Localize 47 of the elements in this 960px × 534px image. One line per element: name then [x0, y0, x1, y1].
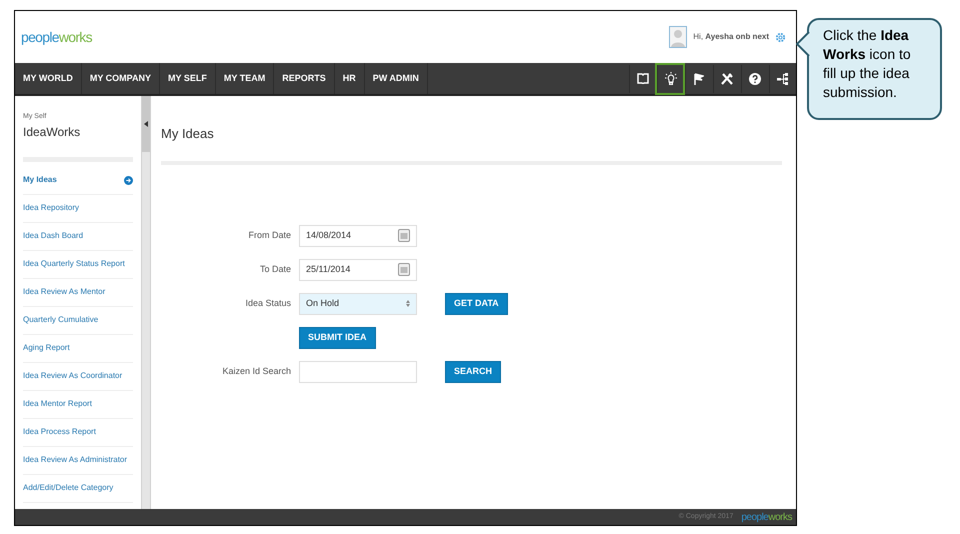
peopleworks-logo: peopleworks [21, 28, 92, 47]
field-label: Kaizen Id Search [221, 364, 292, 378]
user-greeting: Hi, Ayesha onb next [693, 31, 769, 43]
kaizen-id-search-field[interactable] [299, 360, 417, 382]
submit-idea-button[interactable]: SUBMIT IDEA [299, 326, 376, 348]
field-label: Idea Status [244, 296, 292, 310]
nav-menu-item[interactable]: MY WORLD [15, 63, 82, 94]
page-title: My Ideas [161, 125, 215, 143]
get-data-button[interactable]: GET DATA [445, 292, 508, 314]
status-dropdown[interactable]: On Hold [299, 292, 417, 314]
date-field[interactable]: 14/08/2014 [299, 224, 417, 246]
collapse-icon[interactable] [144, 121, 148, 127]
book-icon [636, 73, 648, 84]
field-label: From Date [247, 228, 292, 242]
flag-icon [693, 72, 704, 84]
toolbar-button[interactable] [657, 64, 683, 92]
help-icon [748, 72, 760, 84]
sidebar-item[interactable]: Idea Dash Board [23, 222, 133, 250]
tools-icon [720, 72, 732, 84]
nav-menu-item[interactable]: MY COMPANY [82, 63, 160, 94]
sidebar-item[interactable]: Idea Review As Coordinator [23, 362, 133, 390]
sidebar-item[interactable]: Idea Review As Administrator [23, 446, 133, 474]
callout-pointer [796, 32, 810, 56]
module-title: IdeaWorks [23, 124, 82, 140]
sidebar-item[interactable]: Idea Quarterly Status Report [23, 250, 133, 278]
sidebar-item[interactable]: Quarterly Cumulative [23, 306, 133, 334]
nav-menu-item[interactable]: REPORTS [274, 63, 335, 94]
settings-icon[interactable] [775, 32, 786, 42]
arrow-circle-icon [124, 176, 133, 184]
nav-menu-item[interactable]: MY TEAM [216, 63, 274, 94]
search-button[interactable]: SEARCH [445, 360, 502, 382]
sort-caret-icon [406, 300, 410, 307]
date-field[interactable]: 25/11/2014 [299, 258, 417, 280]
sidebar-item[interactable]: Add/Edit/Delete Category [23, 474, 133, 502]
nav-menu-item[interactable]: PW ADMIN [364, 63, 428, 94]
peopleworks-logo: peopleworks [741, 510, 792, 524]
nav-menu-item[interactable]: MY SELF [160, 63, 216, 94]
sidebar-item[interactable]: Idea Repository [23, 194, 133, 222]
hierarchy-icon [776, 72, 788, 84]
field-label: To Date [258, 262, 292, 276]
lightbulb-icon [664, 72, 676, 86]
nav-menu-item[interactable]: HR [334, 63, 365, 94]
sidebar-item[interactable]: Idea Mentor Report [23, 390, 133, 418]
sidebar-item[interactable]: My Ideas [23, 166, 133, 194]
sidebar-item[interactable]: Aging Report [23, 334, 133, 362]
sidebar-item[interactable]: Idea Review As Mentor [23, 278, 133, 306]
sidebar-item[interactable]: Idea Process Report [23, 418, 133, 446]
